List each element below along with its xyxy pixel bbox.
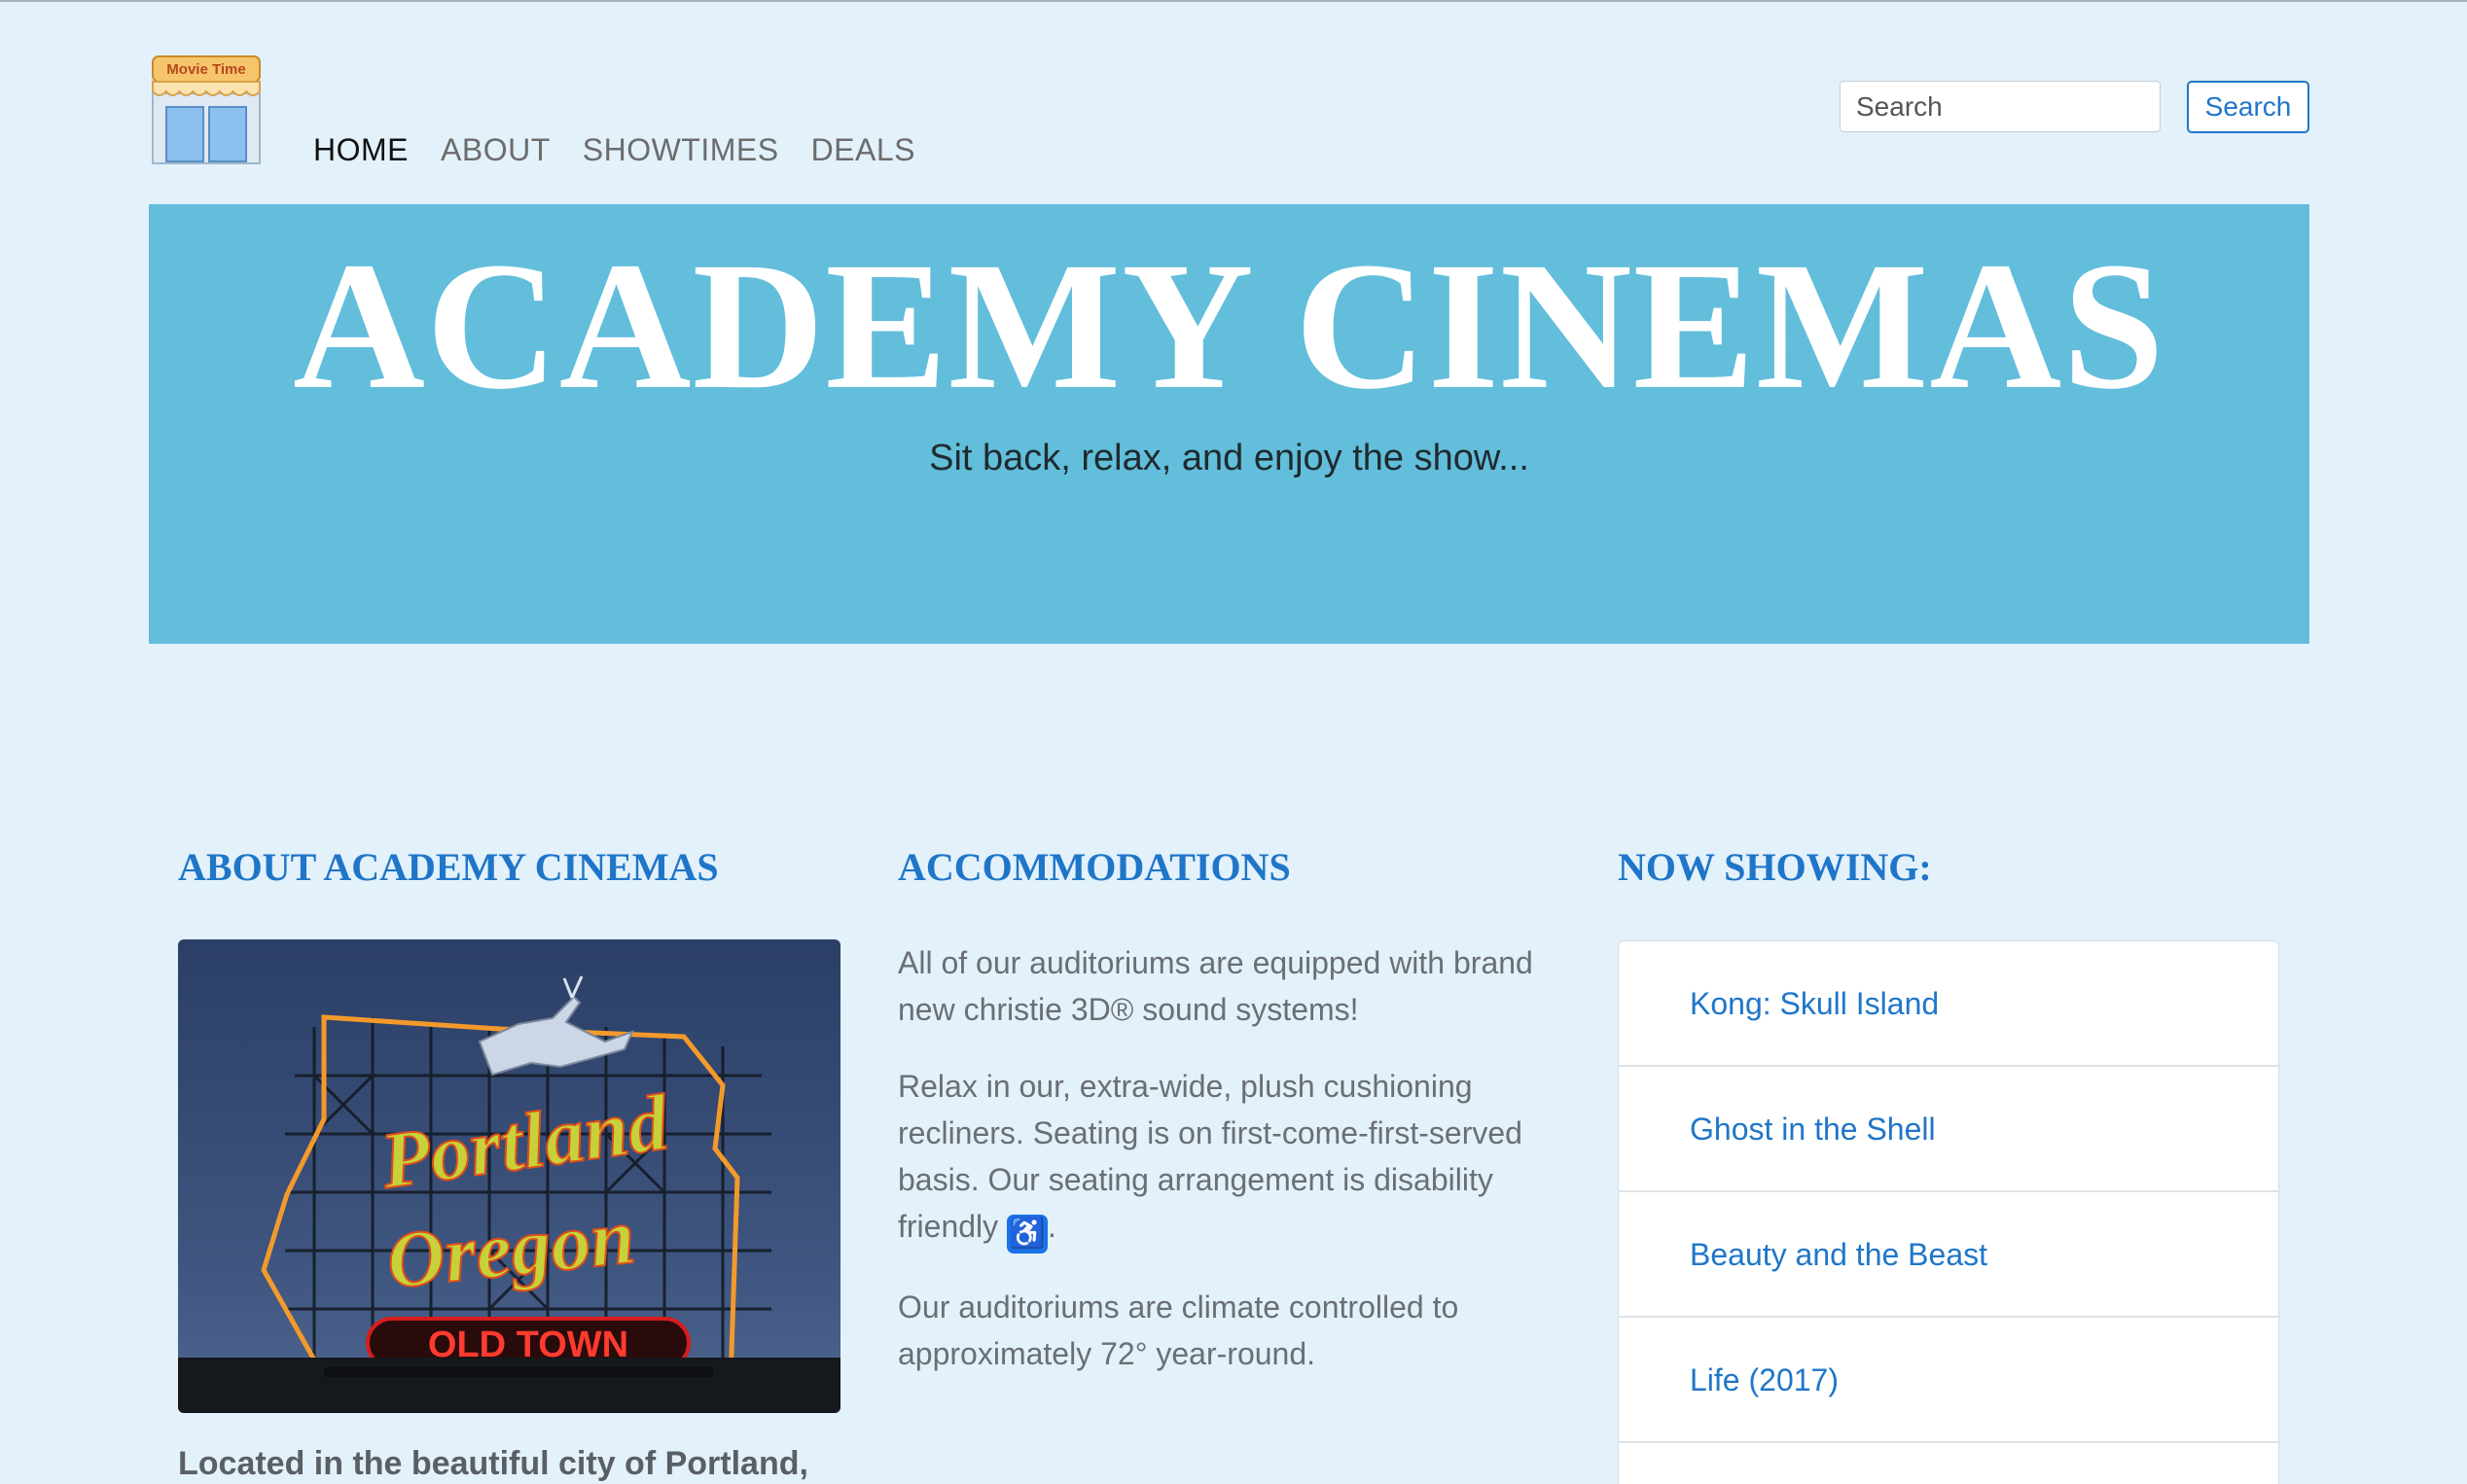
nav-showtimes[interactable]: SHOWTIMES (583, 132, 779, 168)
nav-about[interactable]: ABOUT (441, 132, 551, 168)
portland-sign-photo: Portland Oregon OLD TOWN (178, 939, 840, 1413)
accommodations-paragraph-seating: Relax in our, extra-wide, plush cushioni… (898, 1063, 1579, 1254)
accommodations-paragraph-climate: Our auditoriums are climate controlled t… (898, 1290, 1459, 1371)
hero-banner: ACADEMY CINEMAS Sit back, relax, and enj… (149, 204, 2309, 644)
now-showing-heading: NOW SHOWING: (1618, 845, 1932, 889)
seating-text-end: . (1048, 1209, 1056, 1244)
main-nav: HOME ABOUT SHOWTIMES DEALS (313, 132, 915, 168)
logo-sign-text: Movie Time (166, 61, 245, 78)
about-description: Located in the beautiful city of Portlan… (178, 1445, 808, 1482)
nav-home[interactable]: HOME (313, 132, 409, 168)
movie-link-kong[interactable]: Kong: Skull Island (1619, 941, 2278, 1067)
now-showing-list: Kong: Skull Island Ghost in the Shell Be… (1618, 940, 2279, 1484)
search-input[interactable] (1840, 81, 2161, 132)
nav-deals[interactable]: DEALS (811, 132, 915, 168)
accommodations-paragraph-sound: All of our auditoriums are equipped with… (898, 945, 1533, 1027)
hero-tagline: Sit back, relax, and enjoy the show... (929, 438, 1529, 478)
accommodations-heading: ACCOMMODATIONS (898, 845, 1291, 889)
movie-link-life-2017[interactable]: Life (2017) (1619, 1318, 2278, 1443)
accommodations-body: All of our auditoriums are equipped with… (898, 939, 1579, 1407)
hero-title: ACADEMY CINEMAS (293, 224, 2165, 427)
movie-time-logo[interactable]: Movie Time (149, 51, 264, 165)
movie-link-beauty-and-the-beast[interactable]: Beauty and the Beast (1619, 1192, 2278, 1318)
search-button[interactable]: Search (2187, 81, 2309, 133)
wheelchair-icon: ♿ (1007, 1215, 1049, 1254)
seating-text: Relax in our, extra-wide, plush cushioni… (898, 1069, 1522, 1244)
movie-link-ghost-in-the-shell[interactable]: Ghost in the Shell (1619, 1067, 2278, 1192)
about-heading: ABOUT ACADEMY CINEMAS (178, 845, 719, 889)
